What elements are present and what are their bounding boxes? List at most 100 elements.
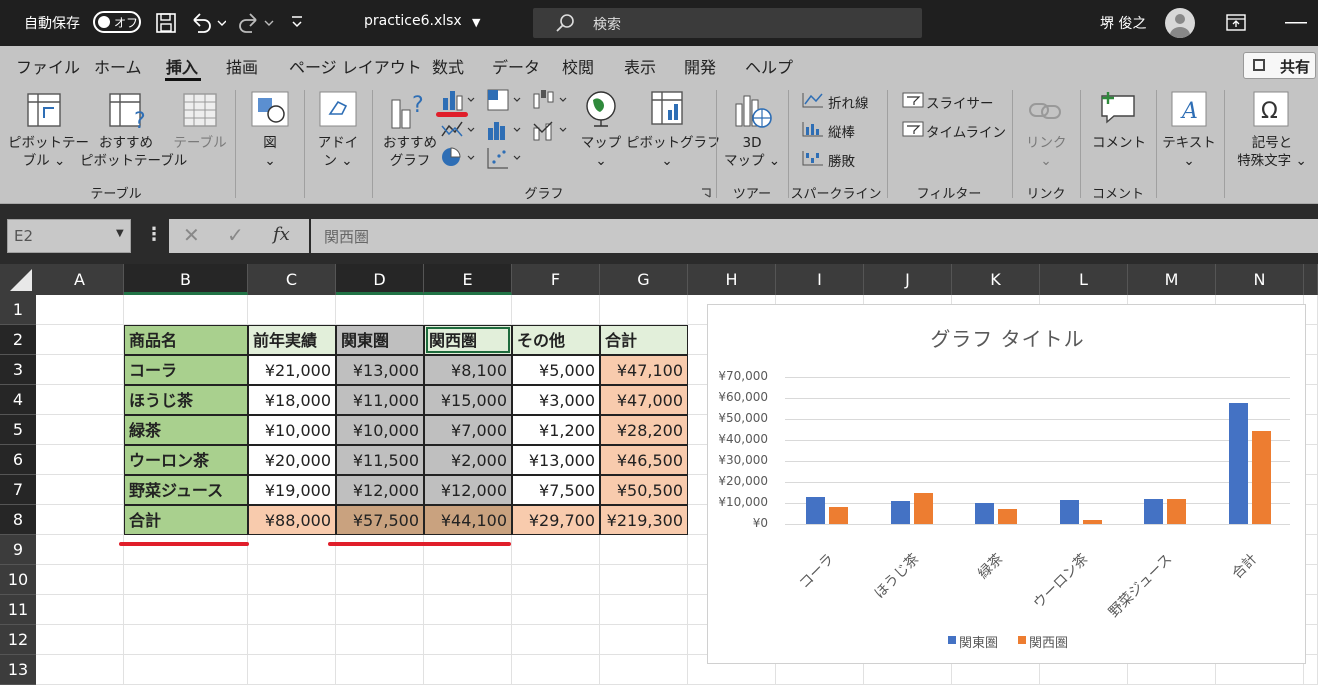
save-icon[interactable] xyxy=(156,13,176,33)
cell[interactable] xyxy=(36,355,124,385)
comment-button[interactable]: コメント xyxy=(1092,134,1146,152)
row-header-12[interactable]: 12 xyxy=(0,625,36,655)
cell[interactable] xyxy=(512,535,600,565)
column-header-l[interactable]: L xyxy=(1040,264,1128,295)
table-cell[interactable]: ¥12,000 xyxy=(424,475,512,505)
tab-data[interactable]: データ xyxy=(492,54,540,78)
maps-button[interactable]: マップ ⌄ xyxy=(578,134,624,170)
cell[interactable] xyxy=(248,295,336,325)
table-cell[interactable]: ¥88,000 xyxy=(248,505,336,535)
chart-bar[interactable] xyxy=(1167,498,1187,524)
cell[interactable] xyxy=(248,565,336,595)
cell[interactable] xyxy=(124,565,248,595)
text-button[interactable]: テキスト ⌄ xyxy=(1162,134,1216,170)
column-chart-icon[interactable] xyxy=(440,88,478,112)
cell[interactable] xyxy=(1304,625,1318,655)
tab-developer[interactable]: 開発 xyxy=(684,54,716,78)
column-header-a[interactable]: A xyxy=(36,264,124,295)
hierarchy-chart-icon[interactable] xyxy=(486,88,524,112)
cell[interactable] xyxy=(600,595,688,625)
chart-bar[interactable] xyxy=(1144,498,1164,524)
table-cell[interactable]: ¥19,000 xyxy=(248,475,336,505)
table-cell[interactable]: ¥21,000 xyxy=(248,355,336,385)
cell[interactable] xyxy=(248,595,336,625)
cell[interactable] xyxy=(512,655,600,685)
filename-dropdown-icon[interactable]: ▼ xyxy=(472,16,480,29)
cell[interactable] xyxy=(36,505,124,535)
insert-function-icon[interactable]: fx xyxy=(273,224,290,245)
column-header-h[interactable]: H xyxy=(688,264,776,295)
table-cell[interactable]: ¥10,000 xyxy=(336,415,424,445)
cell[interactable] xyxy=(600,565,688,595)
table-cell[interactable]: ¥44,100 xyxy=(424,505,512,535)
table-cell[interactable]: ¥18,000 xyxy=(248,385,336,415)
cell[interactable] xyxy=(124,655,248,685)
sparkline-column-button[interactable]: 縦棒 xyxy=(828,121,855,141)
table-cell[interactable]: ¥13,000 xyxy=(336,355,424,385)
cell[interactable] xyxy=(424,625,512,655)
table-cell[interactable]: ¥47,000 xyxy=(600,385,688,415)
symbols-button[interactable]: 記号と 特殊文字 ⌄ xyxy=(1230,134,1314,170)
table-cell[interactable]: ¥28,200 xyxy=(600,415,688,445)
cell[interactable] xyxy=(512,565,600,595)
legend-entry[interactable]: 関東圏 xyxy=(959,632,998,651)
cell[interactable] xyxy=(248,625,336,655)
cell[interactable] xyxy=(36,625,124,655)
cell[interactable] xyxy=(600,295,688,325)
cell[interactable] xyxy=(36,325,124,355)
statistic-chart-icon[interactable] xyxy=(486,118,524,142)
chart-bar[interactable] xyxy=(1228,403,1248,524)
cell[interactable] xyxy=(36,445,124,475)
cell[interactable] xyxy=(36,475,124,505)
select-all-button[interactable] xyxy=(0,264,36,295)
table-header-cell[interactable]: 関東圏 xyxy=(336,325,424,355)
cell[interactable] xyxy=(36,535,124,565)
row-header-11[interactable]: 11 xyxy=(0,595,36,625)
row-header-6[interactable]: 6 xyxy=(0,445,36,475)
cell[interactable] xyxy=(124,535,248,565)
row-header-1[interactable]: 1 xyxy=(0,295,36,325)
filename[interactable]: practice6.xlsx xyxy=(364,13,462,29)
table-cell[interactable]: ¥13,000 xyxy=(512,445,600,475)
cell[interactable] xyxy=(1304,445,1318,475)
chart-bar[interactable] xyxy=(998,509,1018,524)
dialog-launcher-icon[interactable] xyxy=(701,188,711,198)
recommended-charts-button[interactable]: おすすめ グラフ xyxy=(380,134,440,170)
table-cell[interactable]: ¥15,000 xyxy=(424,385,512,415)
avatar[interactable] xyxy=(1165,8,1195,38)
cell[interactable] xyxy=(1304,655,1318,685)
row-header-2[interactable]: 2 xyxy=(0,325,36,355)
column-header-b[interactable]: B xyxy=(124,264,248,295)
table-button[interactable]: テーブル xyxy=(172,134,228,152)
column-header-j[interactable]: J xyxy=(864,264,952,295)
waterfall-chart-icon[interactable] xyxy=(532,88,570,112)
cell[interactable] xyxy=(336,295,424,325)
cell[interactable] xyxy=(124,625,248,655)
table-cell[interactable]: ¥8,100 xyxy=(424,355,512,385)
cell[interactable] xyxy=(336,565,424,595)
minimize-icon[interactable] xyxy=(1285,22,1307,24)
chart-title[interactable]: グラフ タイトル xyxy=(708,323,1307,352)
column-header-d[interactable]: D xyxy=(336,264,424,295)
pie-chart-icon[interactable] xyxy=(440,146,478,170)
3d-map-button[interactable]: 3D マップ ⌄ xyxy=(724,134,780,170)
cell[interactable] xyxy=(36,565,124,595)
cell[interactable] xyxy=(512,625,600,655)
cell[interactable] xyxy=(1304,355,1318,385)
cell[interactable] xyxy=(512,595,600,625)
row-header-13[interactable]: 13 xyxy=(0,655,36,685)
chart-bar[interactable] xyxy=(1082,519,1102,524)
row-header-9[interactable]: 9 xyxy=(0,535,36,565)
chart-bar[interactable] xyxy=(913,492,933,524)
tab-help[interactable]: ヘルプ xyxy=(745,54,793,78)
cell[interactable] xyxy=(600,655,688,685)
column-header-e[interactable]: E xyxy=(424,264,512,295)
cell[interactable] xyxy=(424,655,512,685)
cell[interactable] xyxy=(124,295,248,325)
table-cell[interactable]: ¥47,100 xyxy=(600,355,688,385)
cell[interactable] xyxy=(1304,475,1318,505)
cell[interactable] xyxy=(36,415,124,445)
tab-page-layout[interactable]: ページ レイアウト xyxy=(289,54,422,78)
cancel-icon[interactable]: ✕ xyxy=(183,223,200,247)
tab-formulas[interactable]: 数式 xyxy=(432,54,464,78)
